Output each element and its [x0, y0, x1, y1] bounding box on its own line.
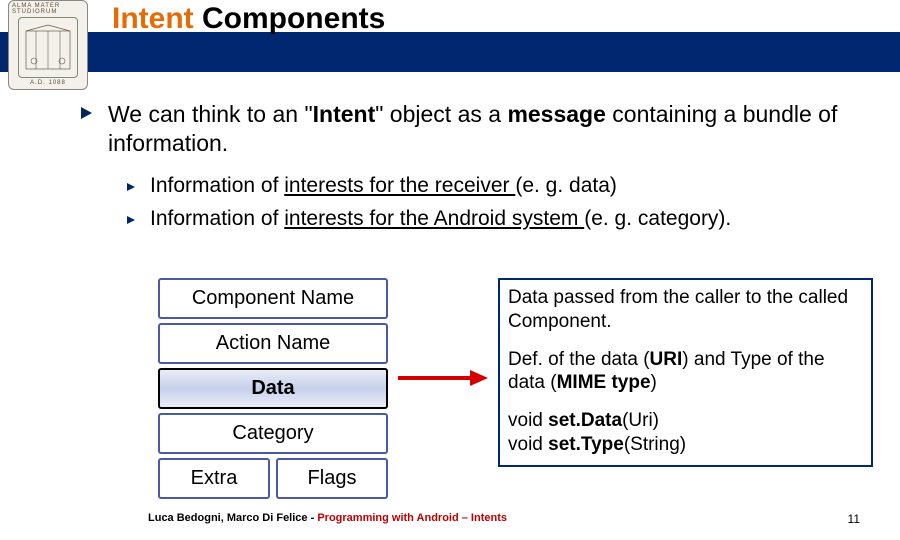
seal-bottom-text: A.D. 1088 [27, 79, 69, 89]
desc-p3: void set.Data(Uri) void set.Type(String) [508, 409, 863, 457]
title-rest: Components [194, 2, 386, 35]
footer-course: Programming with Android – Intents [317, 512, 507, 524]
slide: Intent Components ALMA MATER STUDIORUM A… [0, 0, 900, 540]
seal-top-text: ALMA MATER STUDIORUM [9, 1, 87, 16]
sub-bullet-2: Information of interests for the Android… [126, 205, 880, 232]
arrow-icon [396, 366, 492, 395]
box-component-name: Component Name [158, 278, 388, 319]
title-band [0, 32, 900, 72]
title-word-intent: Intent [112, 2, 194, 35]
footer-authors: Luca Bedogni, Marco Di Felice [148, 512, 308, 524]
diagram-area: Component Name Action Name Data Category… [0, 278, 900, 498]
page-number: 11 [848, 512, 860, 526]
box-extra: Extra [158, 458, 270, 499]
triangle-bullet-icon [80, 106, 94, 120]
triangle-bullet-icon [126, 179, 136, 197]
sub-bullet-1-text: Information of interests for the receive… [150, 172, 617, 199]
box-flags: Flags [276, 458, 388, 499]
box-category: Category [158, 413, 388, 454]
sub-bullet-1: Information of interests for the receive… [126, 172, 880, 199]
sub-bullet-list: Information of interests for the receive… [126, 172, 880, 233]
box-action-name: Action Name [158, 323, 388, 364]
footer-text: Luca Bedogni, Marco Di Felice - Programm… [148, 512, 507, 524]
box-extra-flags-row: Extra Flags [158, 458, 388, 503]
sub-bullet-2-text: Information of interests for the Android… [150, 205, 731, 232]
box-data: Data [158, 368, 388, 409]
footer: Luca Bedogni, Marco Di Felice - Programm… [0, 512, 900, 528]
desc-p1: Data passed from the caller to the calle… [508, 286, 863, 334]
triangle-bullet-icon [126, 212, 136, 230]
seal-illustration [18, 17, 78, 78]
intent-fields-column: Component Name Action Name Data Category… [158, 278, 388, 503]
slide-title: Intent Components [112, 2, 385, 36]
university-seal: ALMA MATER STUDIORUM A.D. 1088 [8, 0, 88, 90]
main-bullet-text: We can think to an "Intent" object as a … [108, 100, 880, 158]
content-area: We can think to an "Intent" object as a … [80, 100, 880, 238]
desc-p2: Def. of the data (URI) and Type of the d… [508, 348, 863, 396]
description-box: Data passed from the caller to the calle… [498, 278, 873, 467]
main-bullet: We can think to an "Intent" object as a … [80, 100, 880, 158]
